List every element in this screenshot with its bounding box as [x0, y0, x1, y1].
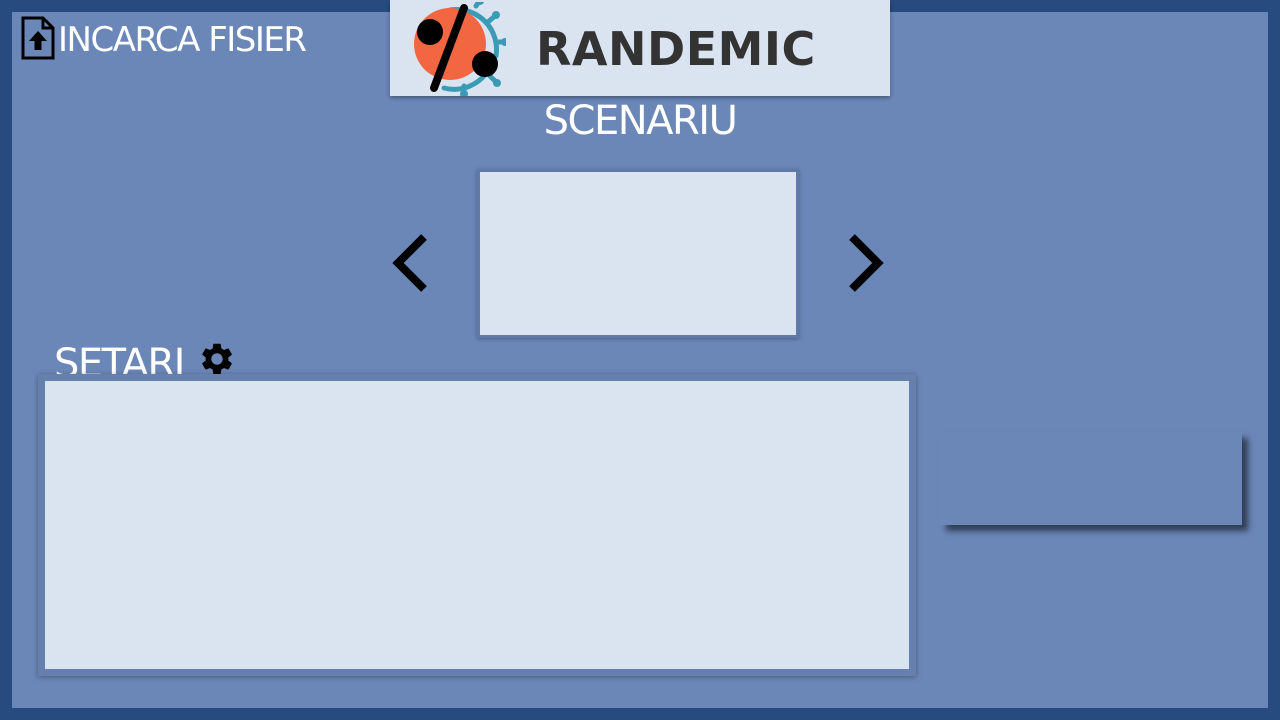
upload-file-label: INCARCA FISIER [58, 20, 307, 60]
upload-file-button[interactable]: INCARCA FISIER [20, 15, 307, 65]
header-card: RANDEMIC [390, 0, 890, 98]
side-panel [940, 432, 1242, 525]
app-logo [402, 0, 509, 98]
brand-title: RANDEMIC [536, 22, 816, 76]
file-upload-icon [20, 15, 56, 65]
chevron-left-icon [390, 234, 430, 299]
scenario-title: SCENARIU [543, 98, 738, 144]
scenario-next-button[interactable] [846, 231, 886, 295]
chevron-right-icon [846, 234, 886, 299]
scenario-prev-button[interactable] [390, 231, 430, 295]
scenario-preview[interactable] [477, 169, 799, 338]
settings-panel[interactable] [38, 374, 916, 676]
